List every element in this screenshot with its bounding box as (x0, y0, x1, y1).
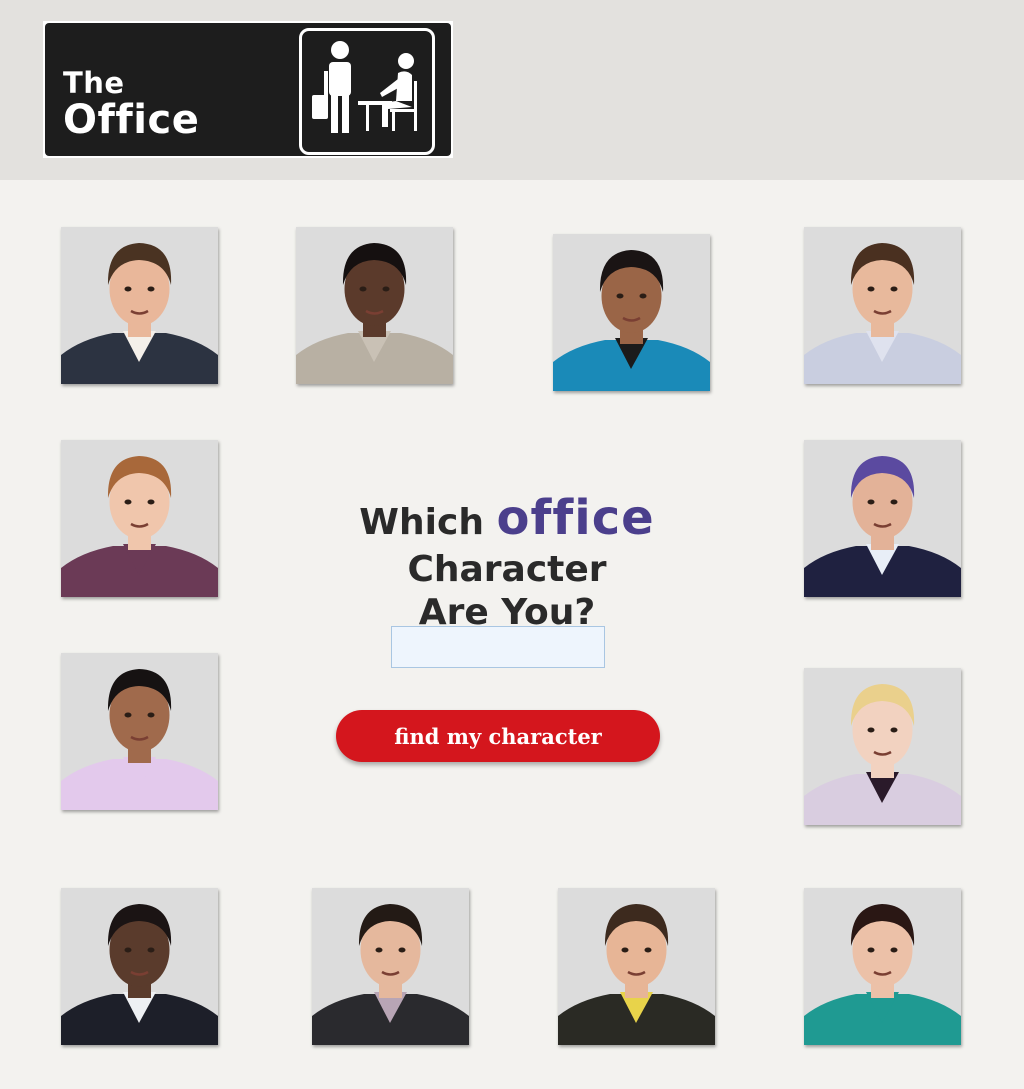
title-character: Character (407, 548, 607, 590)
title-which: Which (359, 502, 484, 543)
character-portrait[interactable] (61, 653, 218, 810)
office-sign-icon (299, 28, 435, 155)
character-portrait[interactable] (553, 234, 710, 391)
character-portrait[interactable] (61, 888, 218, 1045)
page-title: Which office Character Are You? (262, 490, 752, 634)
logo-line-1: The (63, 66, 125, 100)
character-portrait-icon (312, 888, 469, 1045)
character-portrait-icon (558, 888, 715, 1045)
character-portrait-icon (553, 234, 710, 391)
character-portrait-icon (296, 227, 453, 384)
character-portrait[interactable] (804, 227, 961, 384)
logo-plate: The Office (45, 23, 451, 156)
find-my-character-button[interactable]: find my character (336, 710, 660, 762)
character-portrait[interactable] (804, 440, 961, 597)
logo-text: The Office (63, 66, 200, 143)
title-line-1: Which office Character (262, 490, 752, 591)
character-portrait-icon (61, 653, 218, 810)
character-portrait-icon (804, 668, 961, 825)
character-portrait-icon (61, 440, 218, 597)
name-input[interactable] (391, 626, 605, 668)
character-portrait[interactable] (296, 227, 453, 384)
title-accent-office: office (496, 490, 655, 546)
character-portrait-icon (61, 888, 218, 1045)
character-portrait-icon (804, 227, 961, 384)
character-portrait[interactable] (804, 888, 961, 1045)
character-portrait[interactable] (558, 888, 715, 1045)
character-portrait-icon (61, 227, 218, 384)
site-header: The Office (0, 0, 1024, 180)
logo-line-2: Office (63, 97, 200, 143)
character-portrait[interactable] (61, 227, 218, 384)
character-portrait[interactable] (312, 888, 469, 1045)
character-portrait-icon (804, 440, 961, 597)
character-portrait-icon (804, 888, 961, 1045)
character-portrait[interactable] (804, 668, 961, 825)
character-portrait[interactable] (61, 440, 218, 597)
the-office-logo[interactable]: The Office (43, 21, 453, 158)
